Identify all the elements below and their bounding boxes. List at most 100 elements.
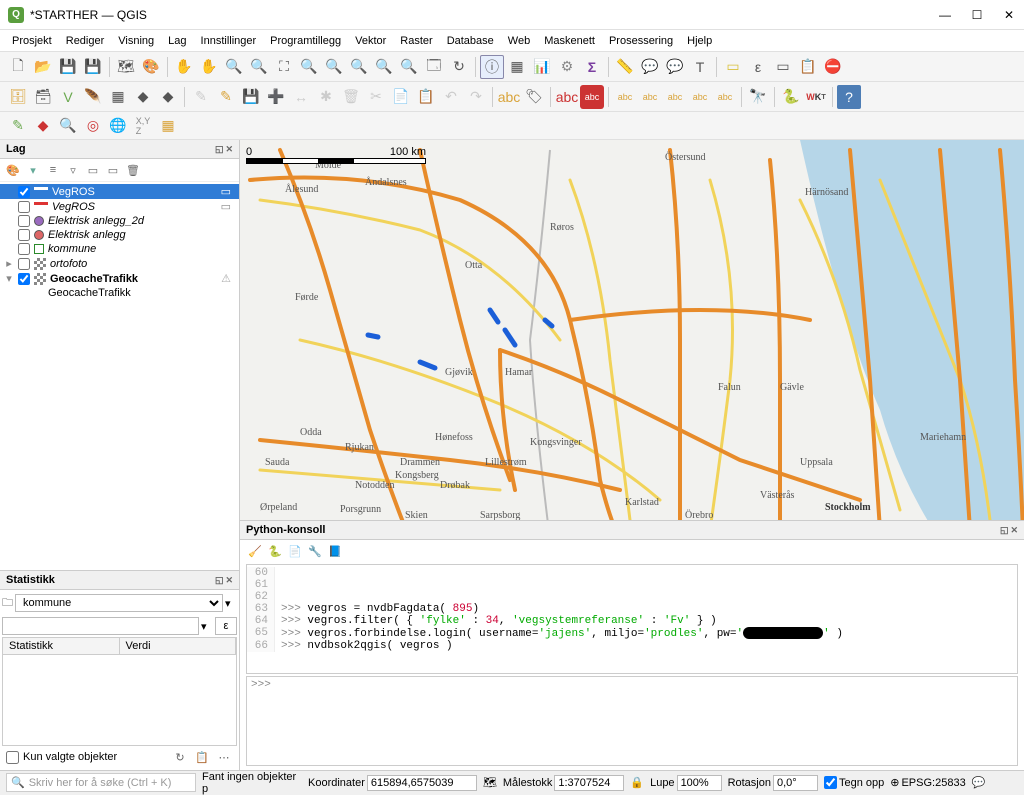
style-toggle-icon[interactable]: 🎨 <box>4 161 22 179</box>
zoom-in-icon[interactable]: 🔍 <box>222 55 246 79</box>
add-feature-icon[interactable]: ➕ <box>264 85 288 109</box>
clear-icon[interactable]: 🧹 <box>246 542 264 560</box>
menu-programtillegg[interactable]: Programtillegg <box>264 33 347 49</box>
cut-icon[interactable]: ✂ <box>364 85 388 109</box>
label9-icon[interactable]: abc <box>713 85 737 109</box>
epsg-label[interactable]: EPSG:25833 <box>901 777 965 789</box>
filter2-icon[interactable]: ▿ <box>64 161 82 179</box>
edit-icon[interactable]: ✎ <box>189 85 213 109</box>
binoculars-icon[interactable]: 🔭 <box>746 85 770 109</box>
expand-icon[interactable]: ▾ <box>4 272 14 285</box>
coord-field[interactable] <box>367 775 477 791</box>
crs-icon[interactable]: ⊕ <box>890 776 899 789</box>
new-virtual-icon[interactable]: ▦ <box>106 85 130 109</box>
select-icon[interactable]: ▭ <box>721 55 745 79</box>
open-project-icon[interactable]: 📂 <box>31 55 55 79</box>
label8-icon[interactable]: abc <box>688 85 712 109</box>
layer-style-icon[interactable]: ▭ <box>221 185 231 198</box>
group-icon[interactable]: ▭ <box>84 161 102 179</box>
field-calc-icon[interactable]: 📊 <box>530 55 554 79</box>
remove-icon[interactable]: 🗑 <box>124 161 142 179</box>
node-tool-icon[interactable]: ✱ <box>314 85 338 109</box>
menu-prosessering[interactable]: Prosessering <box>603 33 679 49</box>
style-manager-icon[interactable]: 🎨 <box>139 55 163 79</box>
zoom-last-icon[interactable]: 🔍 <box>372 55 396 79</box>
menu-rediger[interactable]: Rediger <box>60 33 111 49</box>
print-layout-icon[interactable]: 🗺 <box>114 55 138 79</box>
layer-row-vegros2[interactable]: VegROS ▭ <box>0 199 239 214</box>
undock-icon[interactable]: ◱ <box>215 144 224 155</box>
menu-stats-icon[interactable]: ⋯ <box>215 748 233 766</box>
expression-button[interactable]: ε <box>215 617 237 635</box>
copy-icon[interactable]: 📄 <box>389 85 413 109</box>
xy-icon[interactable]: X,YZ <box>131 114 155 138</box>
identify-icon[interactable]: ⓘ <box>480 55 504 79</box>
menu-lag[interactable]: Lag <box>162 33 192 49</box>
bookmark-icon[interactable]: 💬 <box>638 55 662 79</box>
wkt-icon[interactable]: WKT <box>804 85 828 109</box>
processing-icon[interactable]: ⚙ <box>555 55 579 79</box>
settings-icon[interactable]: 🔧 <box>306 542 324 560</box>
label7-icon[interactable]: abc <box>663 85 687 109</box>
select-expr-icon[interactable]: ε <box>746 55 770 79</box>
close-panel-icon[interactable]: ✕ <box>1010 525 1018 536</box>
target-icon[interactable]: ◎ <box>81 114 105 138</box>
delete-icon[interactable]: 🗑 <box>339 85 363 109</box>
label2-icon[interactable]: 🏷 <box>522 85 546 109</box>
paste-icon[interactable]: 📋 <box>414 85 438 109</box>
label3-icon[interactable]: abc <box>555 85 579 109</box>
refresh-stats-icon[interactable]: ↻ <box>171 748 189 766</box>
help-icon[interactable]: ? <box>837 85 861 109</box>
measure-icon[interactable]: 📏 <box>613 55 637 79</box>
save-as-icon[interactable]: 💾 <box>81 55 105 79</box>
new-geopkg-icon[interactable]: 🗃 <box>31 85 55 109</box>
clipboard-icon[interactable]: 📋 <box>796 55 820 79</box>
pan-selection-icon[interactable]: ✋ <box>197 55 221 79</box>
zoom-full-icon[interactable]: ⛶ <box>272 55 296 79</box>
menu-innstillinger[interactable]: Innstillinger <box>195 33 263 49</box>
menu-maskenett[interactable]: Maskenett <box>538 33 601 49</box>
save-icon[interactable]: 💾 <box>56 55 80 79</box>
bookmark2-icon[interactable]: 💬 <box>663 55 687 79</box>
editor-icon[interactable]: 📄 <box>286 542 304 560</box>
new-spatialite-icon[interactable]: 🪶 <box>81 85 105 109</box>
layer-check[interactable] <box>18 243 30 255</box>
layer-check[interactable] <box>18 229 30 241</box>
expand-icon[interactable]: ▸ <box>4 257 14 270</box>
layer-check[interactable] <box>18 201 30 213</box>
layer-row-kommune[interactable]: kommune <box>0 242 239 256</box>
pan-icon[interactable]: ✋ <box>172 55 196 79</box>
new-map-view-icon[interactable]: 🗔 <box>422 55 446 79</box>
menu-vektor[interactable]: Vektor <box>349 33 392 49</box>
log-icon[interactable]: 💬 <box>972 776 986 789</box>
menu-web[interactable]: Web <box>502 33 536 49</box>
data-source-icon[interactable]: 🗄 <box>6 85 30 109</box>
new-shapefile-icon[interactable]: V <box>56 85 80 109</box>
minimize-button[interactable]: — <box>938 8 952 22</box>
new-project-icon[interactable]: 🗋 <box>6 55 30 79</box>
render-check[interactable] <box>824 776 837 789</box>
python-icon[interactable]: 🐍 <box>779 85 803 109</box>
zoom-layer-icon[interactable]: 🔍 <box>322 55 346 79</box>
layer-check[interactable] <box>18 258 30 270</box>
refresh-icon[interactable]: ↻ <box>447 55 471 79</box>
close-button[interactable]: ✕ <box>1002 8 1016 22</box>
zoom-selection-icon[interactable]: 🔍 <box>297 55 321 79</box>
menu-hjelp[interactable]: Hjelp <box>681 33 718 49</box>
close-panel-icon[interactable]: ✕ <box>225 144 233 155</box>
stats-layer-combo[interactable]: kommune <box>15 594 223 612</box>
layer-row-elektrisk2d[interactable]: Elektrisk anlegg_2d <box>0 214 239 228</box>
vector-edit-icon[interactable]: ✎ <box>6 114 30 138</box>
undo-icon[interactable]: ↶ <box>439 85 463 109</box>
stats-icon[interactable]: Σ <box>580 55 604 79</box>
help-py-icon[interactable]: 📘 <box>326 542 344 560</box>
mag-field[interactable] <box>677 775 722 791</box>
deselect-icon[interactable]: ▭ <box>771 55 795 79</box>
save-edits-icon[interactable]: 💾 <box>239 85 263 109</box>
run-icon[interactable]: 🐍 <box>266 542 284 560</box>
layer-row-vegros-sel[interactable]: VegROS ▭ <box>0 184 239 199</box>
copy-stats-icon[interactable]: 📋 <box>193 748 211 766</box>
layer-row-geocache[interactable]: ▾ GeocacheTrafikk ⚠ <box>0 271 239 286</box>
filter-icon[interactable]: ▾ <box>24 161 42 179</box>
new-gpx-icon[interactable]: ◆ <box>156 85 180 109</box>
